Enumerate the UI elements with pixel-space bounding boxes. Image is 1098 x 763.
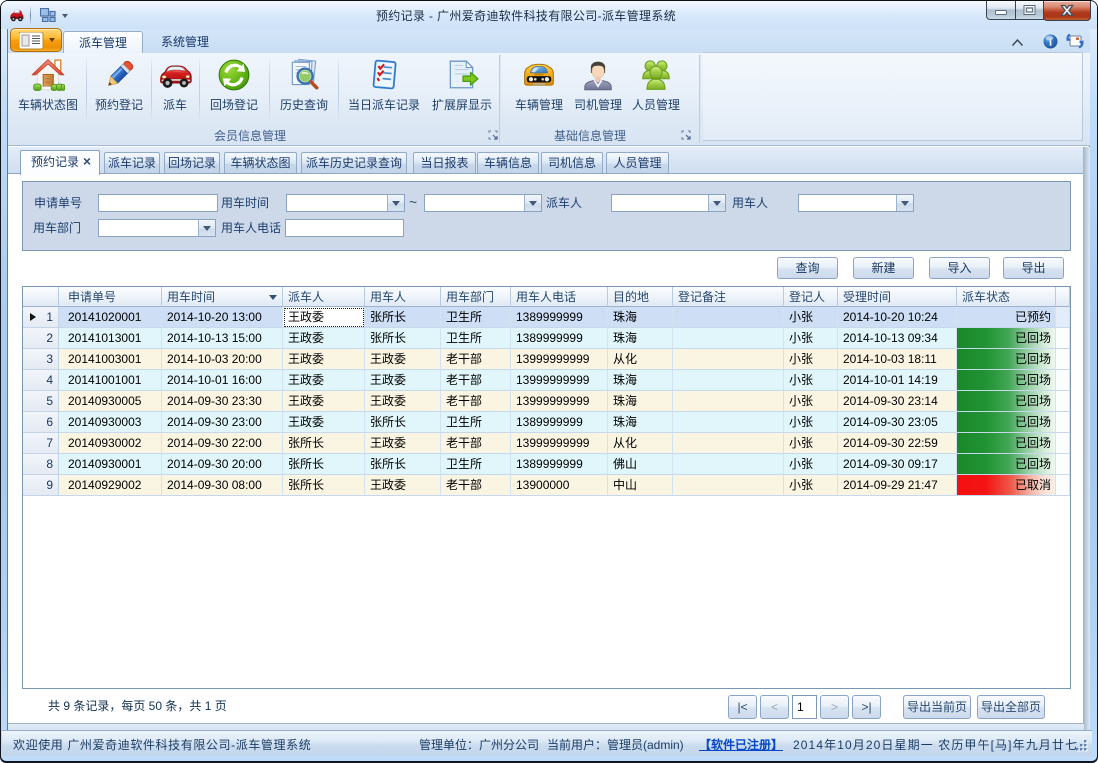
svg-text:i: i (1049, 38, 1052, 49)
